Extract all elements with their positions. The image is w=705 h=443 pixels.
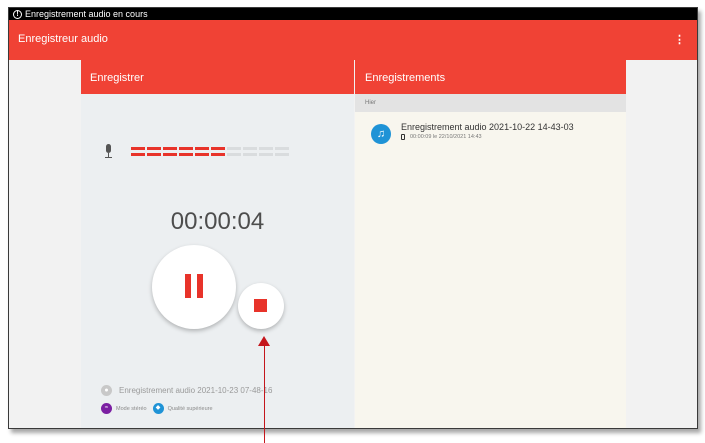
- recording-settings: ≈ Mode stéréo ◆ Qualité supérieure: [101, 403, 219, 414]
- level-segment: [195, 146, 209, 150]
- level-segment: [163, 146, 177, 150]
- level-segment: [131, 146, 145, 150]
- app-window: ! Enregistrement audio en cours Enregist…: [8, 7, 698, 429]
- alert-icon: !: [13, 9, 22, 19]
- stop-icon: [254, 299, 267, 312]
- level-segment: [147, 152, 161, 156]
- level-segment: [227, 152, 241, 156]
- level-segment: [227, 146, 241, 150]
- level-segment: [131, 152, 145, 156]
- status-bar: ! Enregistrement audio en cours: [9, 8, 697, 20]
- record-panel-title: Enregistrer: [81, 60, 354, 94]
- recordings-panel: Enregistrements Hier ♫ Enregistrement au…: [355, 60, 626, 428]
- audio-file-icon: ♫: [371, 124, 391, 144]
- recording-title: Enregistrement audio 2021-10-22 14-43-03: [401, 122, 574, 132]
- file-icon: ●: [101, 385, 112, 396]
- recording-meta: 00:00:09 le 22/10/2021 14:43: [410, 134, 482, 140]
- section-label-yesterday: Hier: [355, 94, 626, 112]
- current-file-row: ● Enregistrement audio 2021-10-23 07-48-…: [101, 385, 272, 396]
- annotation-arrow-line: [264, 344, 265, 443]
- stereo-mode-icon: ≈: [101, 403, 112, 414]
- quality-icon: ◆: [152, 403, 164, 414]
- level-segment: [211, 152, 225, 156]
- level-segment: [179, 146, 193, 150]
- input-level-meter: [105, 144, 289, 158]
- app-title: Enregistreur audio: [18, 33, 108, 45]
- level-segment: [195, 152, 209, 156]
- pause-button[interactable]: [152, 245, 236, 329]
- level-segment: [243, 146, 257, 150]
- level-segment: [243, 152, 257, 156]
- level-bars: [131, 146, 289, 156]
- level-segment: [275, 152, 289, 156]
- app-bar: Enregistreur audio ⋮: [9, 20, 697, 60]
- level-segment: [147, 146, 161, 150]
- level-segment: [275, 146, 289, 150]
- recording-item[interactable]: ♫ Enregistrement audio 2021-10-22 14-43-…: [371, 122, 574, 144]
- overflow-menu-icon[interactable]: ⋮: [674, 33, 685, 46]
- level-segment: [211, 146, 225, 150]
- status-text: Enregistrement audio en cours: [25, 9, 148, 19]
- level-segment: [163, 152, 177, 156]
- recordings-panel-title: Enregistrements: [355, 60, 626, 94]
- microphone-icon: [105, 144, 113, 158]
- phone-icon: [401, 134, 405, 140]
- pause-icon: [185, 274, 191, 298]
- level-segment: [259, 152, 273, 156]
- recording-timer: 00:00:04: [170, 208, 265, 235]
- level-segment: [259, 146, 273, 150]
- record-panel: Enregistrer 00:00:04 ● Enregistrement au…: [81, 60, 354, 428]
- current-file-name: Enregistrement audio 2021-10-23 07-48-16: [119, 386, 273, 395]
- level-segment: [179, 152, 193, 156]
- quality-label: Qualité supérieure: [167, 405, 213, 412]
- stereo-mode-label: Mode stéréo: [116, 405, 147, 412]
- stop-button[interactable]: [238, 283, 284, 329]
